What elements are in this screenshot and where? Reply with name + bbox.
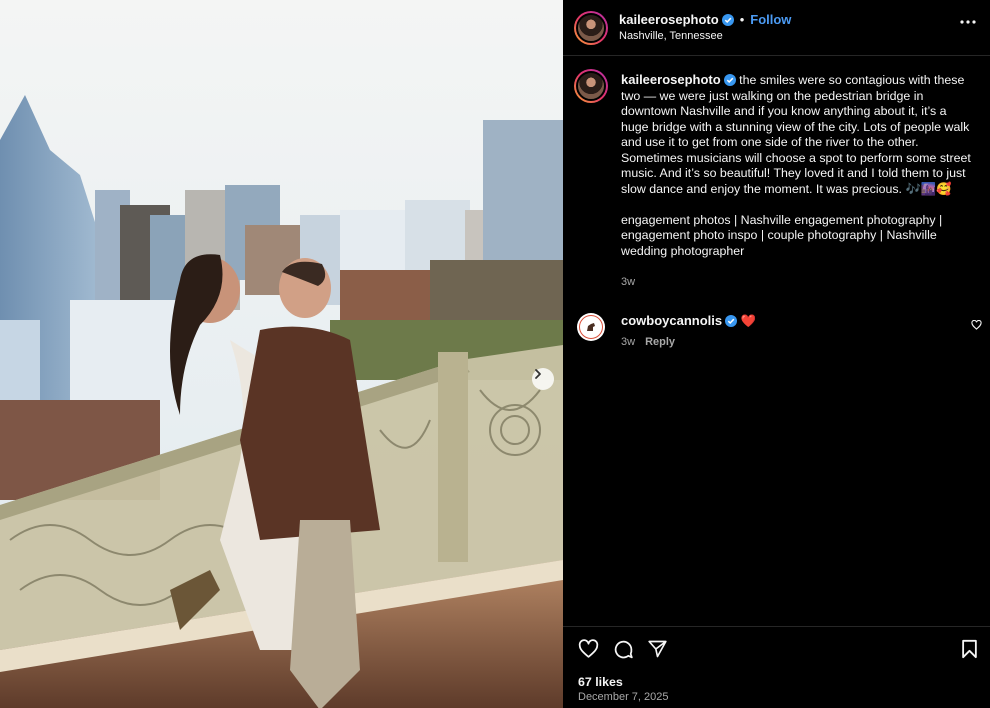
- bookmark-icon[interactable]: [961, 639, 978, 659]
- commenter-avatar[interactable]: [577, 313, 605, 341]
- post-date: December 7, 2025: [578, 691, 669, 703]
- caption-hashtags: engagement photos | Nashville engagement…: [621, 212, 943, 258]
- comment-like-heart-icon[interactable]: [971, 320, 982, 330]
- post-location[interactable]: Nashville, Tennessee: [619, 30, 723, 42]
- caption-time[interactable]: 3w: [621, 275, 971, 291]
- chevron-right-icon: [535, 369, 541, 379]
- post-actions: 67 likes December 7, 2025: [563, 626, 990, 708]
- verified-badge-icon: [723, 74, 736, 86]
- post-side-panel: kaileerosephoto • Follow Nashville, Tennes…: [563, 0, 990, 708]
- verified-badge-icon: [721, 14, 734, 26]
- caption-text: the smiles were so contagious with these…: [621, 73, 971, 196]
- comment-icon[interactable]: [613, 639, 634, 660]
- more-options-icon[interactable]: [960, 20, 976, 24]
- comment-time: 3w: [621, 336, 636, 348]
- heart-icon[interactable]: [578, 639, 599, 659]
- author-avatar[interactable]: [574, 11, 608, 45]
- likes-count[interactable]: 67 likes: [578, 675, 623, 689]
- post-photo[interactable]: [0, 0, 563, 708]
- next-photo-button[interactable]: [532, 368, 554, 390]
- comment-meta: 3w Reply: [621, 336, 675, 348]
- caption-username[interactable]: kaileerosephoto: [621, 72, 721, 87]
- author-username[interactable]: kaileerosephoto: [619, 12, 719, 27]
- separator-dot: •: [739, 12, 745, 27]
- caption: kaileerosephoto the smiles were so conta…: [621, 72, 971, 290]
- comment-username[interactable]: cowboycannolis: [621, 313, 722, 328]
- horse-logo-icon: [587, 323, 595, 331]
- comment: cowboycannolis ❤️: [621, 313, 951, 330]
- caption-avatar[interactable]: [574, 69, 608, 103]
- follow-button[interactable]: Follow: [750, 12, 791, 27]
- comment-text: ❤️: [740, 314, 757, 328]
- post-header: kaileerosephoto • Follow Nashville, Tennes…: [563, 0, 990, 56]
- photo-illustration: [0, 0, 563, 708]
- verified-badge-icon: [725, 315, 738, 327]
- reply-button[interactable]: Reply: [645, 336, 675, 348]
- share-icon[interactable]: [647, 639, 668, 659]
